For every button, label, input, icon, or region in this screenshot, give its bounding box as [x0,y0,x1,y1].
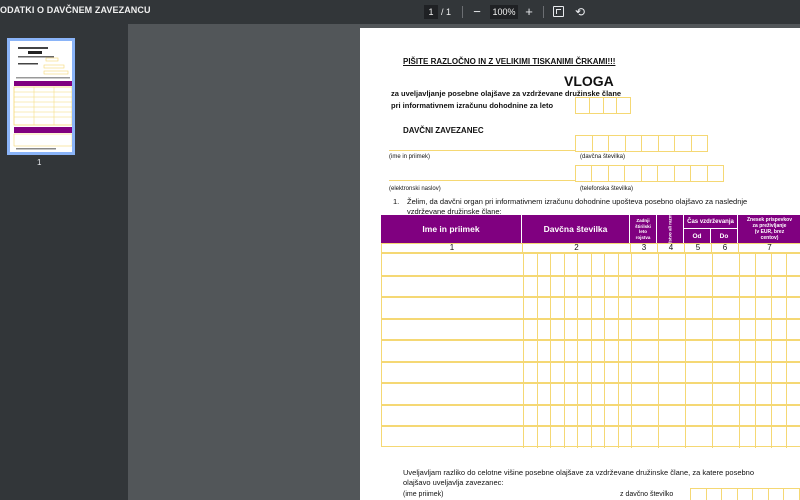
instruction-text: PIŠITE RAZLOČNO IN Z VELIKIMI TISKANIMI … [403,57,616,66]
form-heading: VLOGA [564,73,614,89]
column-number: 4 [658,243,685,253]
fit-to-page-icon[interactable] [553,6,564,17]
toolbar-divider [462,6,463,18]
col-amount-header: Znesek prispevkov za preživljanje (v EUR, … [746,217,793,241]
tax-number-label: (davčna številka) [580,154,626,160]
column-separator [563,254,565,448]
column-separator [617,254,619,448]
rotate-icon[interactable]: ⟲ [571,3,589,21]
document-page: PIŠITE RAZLOČNO IN Z VELIKIMI TISKANIMI … [360,28,800,500]
column-separator [739,254,740,448]
email-field-line[interactable] [389,180,575,181]
col-year-header: Zadnji štirilski leto rojstva [630,215,657,243]
column-separator [577,254,578,448]
bottom-name-label: (ime priimek) [403,491,444,498]
item-number: 1. [393,197,400,206]
bottom-text: olajšavo uveljavlja zavezanec: [403,478,504,487]
page-thumbnail[interactable] [7,38,75,155]
name-label: (ime in priimek) [389,154,431,160]
table-header: Ime in priimek Davčna številka Zadnji šti… [381,204,800,254]
column-number: 2 [523,243,631,253]
column-separator [631,254,632,448]
column-number: 1 [382,243,523,253]
name-field-line[interactable] [389,150,575,151]
column-numbers-row: 1 2 3 4 5 6 7 [381,243,800,253]
year-field[interactable] [575,97,631,114]
table-body[interactable] [381,253,800,448]
column-separator [536,254,538,448]
item-text: Želim, da davčni organ pri informativnem… [407,197,748,206]
zoom-level-input[interactable]: 100% [490,5,518,19]
col-relation-header: Sorodstvo ali razmerje* [657,204,684,254]
bottom-tax-field[interactable] [690,488,800,500]
zoom-in-button[interactable]: + [520,3,538,21]
column-separator [754,254,756,448]
page-thumbnail-preview [10,41,72,152]
column-separator [590,254,592,448]
column-separator [712,254,713,448]
bottom-text: Uveljavljam razliko do celotne višine po… [403,468,755,477]
col-period-header: Čas vzdrževanja [684,215,738,229]
column-separator [658,254,659,448]
column-number: 6 [712,243,739,253]
section-title: DAVČNI ZAVEZANEC [403,126,484,135]
form-subtitle: pri informativnem izračunu dohodnine za … [391,101,554,110]
document-title: ODATKI O DAVČNEM ZAVEZANCU [0,5,151,15]
tax-number-field[interactable] [575,135,708,152]
phone-field[interactable] [575,165,724,182]
column-number: 3 [631,243,658,253]
column-number: 7 [767,243,772,252]
column-separator [604,254,605,448]
column-separator [770,254,772,448]
zoom-out-button[interactable]: − [468,3,486,21]
column-separator [685,254,686,448]
col-to-header: Do [711,229,738,243]
page-number-input[interactable]: 1 [424,5,438,19]
thumbnail-sidebar: 1 [0,24,128,500]
phone-label: (telefonska številka) [580,186,634,192]
bottom-tax-label: z davčno številko [620,491,674,498]
email-label: (elektronski naslov) [389,186,441,192]
column-separator [523,254,524,448]
col-name-header: Ime in priimek [381,215,522,243]
page-count: / 1 [441,7,452,17]
column-number: 5 [685,243,712,253]
pdf-toolbar: ODATKI O DAVČNEM ZAVEZANCU 1 / 1 − 100% … [0,0,800,24]
column-separator [550,254,551,448]
toolbar-divider [543,6,544,18]
col-from-header: Od [684,229,711,243]
column-separator [786,254,788,448]
thumbnail-page-number: 1 [37,158,42,167]
col-tax-header: Davčna številka [522,215,630,243]
